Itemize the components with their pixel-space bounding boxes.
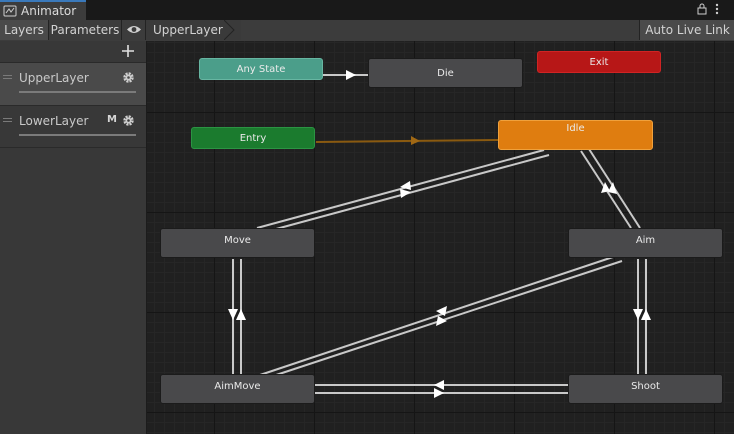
- tab-title: Animator: [21, 4, 77, 18]
- transition-entry-idle[interactable]: [315, 139, 499, 143]
- state-idle[interactable]: Idle: [498, 120, 653, 150]
- state-exit[interactable]: Exit: [537, 51, 661, 73]
- drag-handle-icon[interactable]: [3, 75, 12, 81]
- arrow-idle-aim: [608, 182, 617, 194]
- transition-aim-aimmove[interactable]: [256, 255, 617, 377]
- state-machine-graph[interactable]: Any State Die Exit Entry Idle Move Aim A…: [147, 41, 734, 434]
- animator-icon: [3, 5, 17, 17]
- gear-icon[interactable]: [122, 71, 135, 84]
- arrow-move-aimmove: [228, 309, 238, 320]
- auto-live-link-button[interactable]: Auto Live Link: [639, 20, 734, 40]
- lock-icon[interactable]: [697, 3, 707, 15]
- state-label: Die: [437, 67, 454, 79]
- visibility-toggle-button[interactable]: [122, 20, 146, 40]
- arrow-aimmove-move: [236, 309, 246, 320]
- state-label: Idle: [566, 123, 585, 134]
- gear-icon[interactable]: [122, 114, 135, 127]
- animator-toolbar: Layers Parameters UpperLayer Auto Live L…: [0, 20, 734, 42]
- state-label: Shoot: [631, 381, 660, 392]
- eye-icon: [126, 26, 141, 33]
- layer-item-lowerlayer[interactable]: LowerLayer M: [0, 105, 146, 148]
- layer-name: LowerLayer: [19, 114, 89, 128]
- state-label: Aim: [635, 235, 656, 246]
- state-label: AimMove: [214, 381, 261, 392]
- state-shoot[interactable]: Shoot: [568, 374, 723, 404]
- mask-badge: M: [107, 114, 117, 125]
- layers-panel: UpperLayer LowerLayer M: [0, 41, 147, 434]
- window-titlebar: Animator: [0, 0, 734, 21]
- breadcrumb-arrow: [224, 20, 235, 40]
- state-entry[interactable]: Entry: [191, 127, 315, 149]
- state-any-state[interactable]: Any State: [199, 58, 323, 80]
- arrow-aim-shoot: [633, 309, 643, 320]
- arrow-aimmove-shoot: [434, 388, 444, 398]
- transition-aimmove-aim[interactable]: [266, 260, 623, 379]
- animator-tab[interactable]: Animator: [0, 0, 86, 20]
- layer-name: UpperLayer: [19, 71, 89, 85]
- state-die[interactable]: Die: [368, 58, 523, 88]
- layer-weight-bar[interactable]: [19, 134, 136, 136]
- drag-handle-icon[interactable]: [3, 118, 12, 124]
- state-aim[interactable]: Aim: [568, 228, 723, 258]
- state-aimmove[interactable]: AimMove: [160, 374, 315, 404]
- state-label: Exit: [589, 56, 609, 68]
- state-label: Move: [224, 235, 251, 246]
- transition-idle-move[interactable]: [256, 149, 545, 229]
- layers-tab[interactable]: Layers: [0, 20, 49, 40]
- add-icon[interactable]: [121, 44, 135, 58]
- arrow-shoot-aim: [641, 309, 651, 320]
- arrow-entry-idle: [411, 136, 420, 145]
- state-label: Entry: [239, 132, 267, 144]
- parameters-tab[interactable]: Parameters: [49, 20, 122, 40]
- layer-item-upperlayer[interactable]: UpperLayer: [0, 62, 146, 105]
- state-move[interactable]: Move: [160, 228, 315, 258]
- state-label: Any State: [236, 63, 286, 75]
- arrow-aim-aimmove: [436, 316, 447, 326]
- layer-weight-bar[interactable]: [19, 91, 136, 93]
- arrow-shoot-aimmove: [434, 380, 444, 390]
- more-options-icon[interactable]: [714, 3, 720, 15]
- arrow-anystate-die: [346, 70, 356, 80]
